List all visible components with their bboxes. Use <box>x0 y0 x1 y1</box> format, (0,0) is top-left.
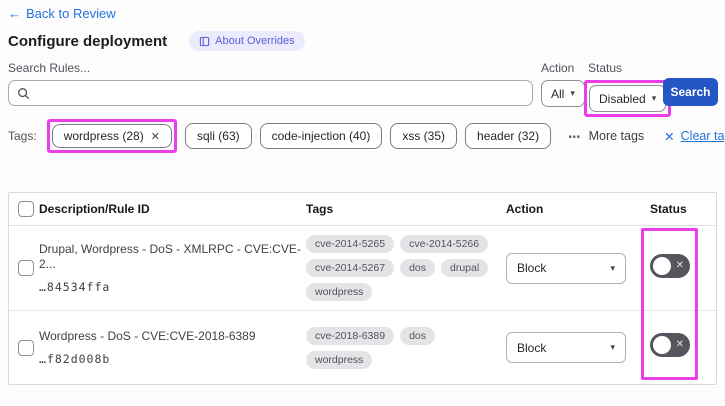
rule-description: Wordpress - DoS - CVE:CVE-2018-6389 <box>39 329 256 343</box>
about-overrides-badge[interactable]: About Overrides <box>189 31 305 51</box>
docs-icon <box>199 36 210 47</box>
tag-filter-xss[interactable]: xss (35) <box>390 123 458 149</box>
row-checkbox[interactable] <box>18 260 34 276</box>
search-button[interactable]: Search <box>663 78 718 106</box>
action-select-value: Block <box>517 261 547 275</box>
search-rules-input[interactable] <box>37 81 532 105</box>
back-arrow-icon: ← <box>8 6 21 21</box>
rule-id: …f82d008b <box>39 352 111 366</box>
status-filter-group: Status Disabled ▾ <box>584 61 672 117</box>
ellipsis-icon: ⋯ <box>568 129 582 144</box>
toggle-knob <box>653 336 671 354</box>
toggle-off-icon: ✕ <box>675 259 684 271</box>
chevron-down-icon: ▾ <box>651 93 657 103</box>
tag-badge: cve-2014-5266 <box>400 235 489 253</box>
table-row: Drupal, Wordpress - DoS - XMLRPC - CVE:C… <box>9 226 716 311</box>
status-toggle-off[interactable]: ✕ <box>650 253 690 278</box>
action-filter-value: All <box>551 86 565 101</box>
column-header-status: Status <box>650 202 687 216</box>
rule-id: …84534ffa <box>39 280 111 294</box>
search-rules-label: Search Rules... <box>8 61 91 75</box>
status-filter-select[interactable]: Disabled ▾ <box>589 85 667 112</box>
search-rules-box <box>8 80 533 106</box>
column-header-description: Description/Rule ID <box>39 202 150 216</box>
tags-bar: Tags: wordpress (28) ✕ sqli (63) code-in… <box>8 119 725 153</box>
tag-badge: drupal <box>441 259 489 277</box>
tag-filter-sqli[interactable]: sqli (63) <box>184 123 252 149</box>
table-row: Wordpress - DoS - CVE:CVE-2018-6389 …f82… <box>9 311 716 384</box>
highlight-box-status-filter: Disabled ▾ <box>584 80 672 117</box>
about-overrides-label: About Overrides <box>215 35 295 47</box>
action-select[interactable]: Block ▾ <box>506 332 626 363</box>
tags-bar-label: Tags: <box>8 129 37 143</box>
tag-badge: wordpress <box>306 283 373 301</box>
tag-filter-header[interactable]: header (32) <box>465 123 552 149</box>
active-tag-wordpress[interactable]: wordpress (28) ✕ <box>51 124 172 148</box>
clear-tags-link[interactable]: ✕ Clear tags <box>664 129 725 144</box>
tag-badge: cve-2014-5267 <box>306 259 395 277</box>
rule-tags: cve-2018-6389 dos wordpress <box>306 326 496 369</box>
status-filter-value: Disabled <box>599 91 646 106</box>
rule-tags: cve-2014-5265 cve-2014-5266 cve-2014-526… <box>306 235 496 301</box>
select-all-checkbox[interactable] <box>18 201 34 217</box>
highlight-box-active-tag: wordpress (28) ✕ <box>46 119 177 153</box>
action-select[interactable]: Block ▾ <box>506 252 626 284</box>
clear-tags-label: Clear tags <box>680 129 725 143</box>
action-filter-select[interactable]: All ▾ <box>541 80 585 107</box>
column-header-action: Action <box>506 202 544 216</box>
configure-deployment-page: ← Back to Review Configure deployment Ab… <box>0 0 725 406</box>
chevron-down-icon: ▾ <box>570 88 575 98</box>
chevron-down-icon: ▾ <box>610 342 615 352</box>
action-filter-group: Action All ▾ <box>541 61 585 107</box>
tag-badge: dos <box>400 259 435 277</box>
back-to-review-link[interactable]: ← Back to Review <box>8 6 116 21</box>
column-header-tags: Tags <box>306 202 334 216</box>
tag-filter-code-injection[interactable]: code-injection (40) <box>259 123 383 149</box>
action-select-value: Block <box>517 340 547 355</box>
clear-icon: ✕ <box>664 129 675 144</box>
remove-tag-icon[interactable]: ✕ <box>151 130 160 143</box>
action-filter-label: Action <box>541 61 575 75</box>
toggle-off-icon: ✕ <box>675 339 684 350</box>
status-toggle-off[interactable]: ✕ <box>650 333 690 357</box>
more-tags-label: More tags <box>588 129 645 143</box>
status-filter-label: Status <box>588 61 623 75</box>
tag-badge: cve-2018-6389 <box>306 326 395 345</box>
toggle-knob <box>653 256 671 275</box>
table-header-row: Description/Rule ID Tags Action Status <box>9 193 716 226</box>
tag-badge: dos <box>400 326 435 345</box>
row-checkbox[interactable] <box>18 339 34 356</box>
title-row: Configure deployment About Overrides <box>8 31 305 51</box>
rules-table: Description/Rule ID Tags Action Status D… <box>8 192 717 385</box>
active-tag-label: wordpress (28) <box>63 129 144 143</box>
search-rules-group: Search Rules... <box>8 61 533 106</box>
chevron-down-icon: ▾ <box>610 262 615 273</box>
tag-badge: wordpress <box>306 350 373 369</box>
tag-badge: cve-2014-5265 <box>306 235 395 253</box>
more-tags-button[interactable]: ⋯ More tags <box>568 129 644 144</box>
rule-description: Drupal, Wordpress - DoS - XMLRPC - CVE:C… <box>39 242 301 271</box>
page-title: Configure deployment <box>8 32 168 50</box>
back-link-label: Back to Review <box>26 6 116 21</box>
